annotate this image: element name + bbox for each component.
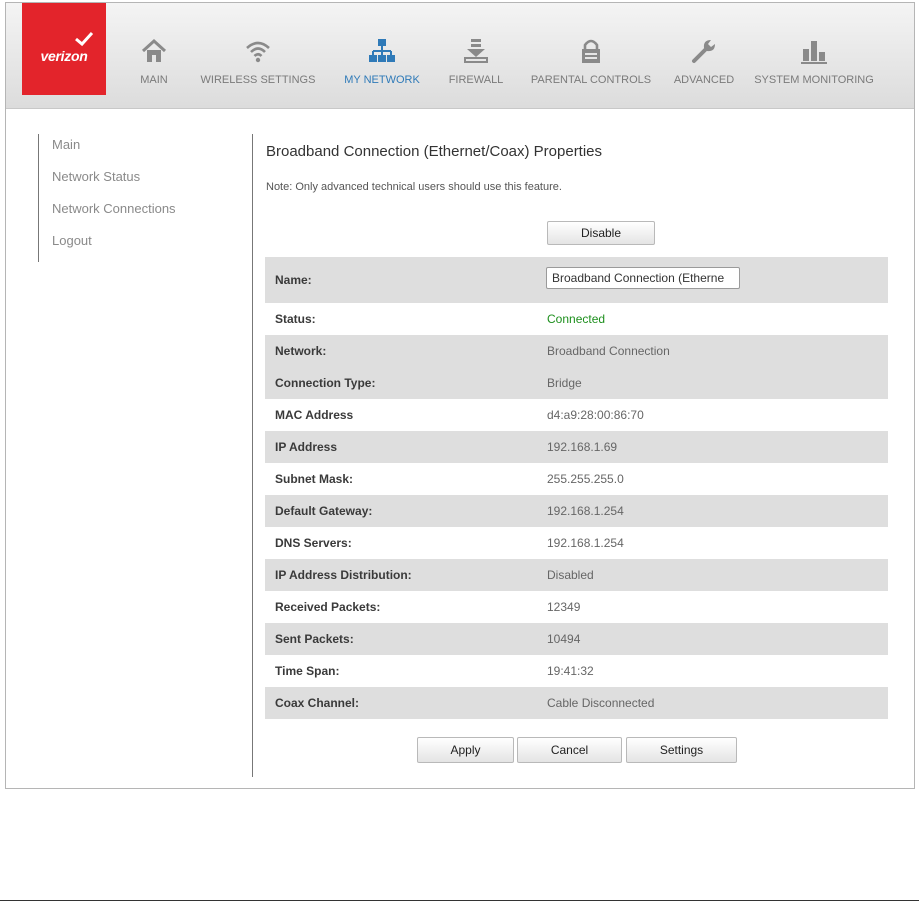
dns-servers-row: DNS Servers: 192.168.1.254	[265, 527, 888, 559]
logo-text: verizon	[40, 48, 88, 64]
nav-system-monitoring[interactable]: SYSTEM MONITORING	[754, 3, 874, 108]
received-packets-value: 12349	[547, 600, 581, 614]
dns-servers-value: 192.168.1.254	[547, 536, 624, 550]
network-row: Network: Broadband Connection	[265, 335, 888, 367]
nav-label: FIREWALL	[448, 74, 504, 86]
home-icon	[141, 38, 167, 62]
subnet-mask-label: Subnet Mask:	[275, 472, 354, 486]
time-span-value: 19:41:32	[547, 664, 594, 678]
nav-label: SYSTEM MONITORING	[754, 74, 874, 86]
coax-channel-value: Cable Disconnected	[547, 696, 655, 710]
ip-address-value: 192.168.1.69	[547, 440, 618, 454]
network-value: Broadband Connection	[547, 344, 670, 358]
settings-button[interactable]: Settings	[626, 737, 737, 763]
page-title: Broadband Connection (Ethernet/Coax) Pro…	[266, 143, 603, 160]
page-footer-rule	[0, 900, 919, 901]
subnet-mask-value: 255.255.255.0	[547, 472, 624, 486]
nav-parental-controls[interactable]: PARENTAL CONTROLS	[524, 3, 658, 108]
network-label: Network:	[275, 344, 327, 358]
wifi-icon	[246, 41, 270, 63]
top-navigation-bar: verizon MAIN WIRELESS SETTINGS MY NETWOR…	[6, 3, 914, 109]
connection-type-value: Bridge	[547, 376, 582, 390]
ip-distribution-row: IP Address Distribution: Disabled	[265, 559, 888, 591]
wrench-icon	[692, 40, 715, 63]
nav-firewall[interactable]: FIREWALL	[438, 3, 514, 108]
cancel-button[interactable]: Cancel	[517, 737, 622, 763]
nav-main[interactable]: MAIN	[114, 3, 194, 108]
warning-note: Note: Only advanced technical users shou…	[266, 181, 562, 193]
sidebar-item-main[interactable]: Main	[52, 137, 80, 152]
nav-wireless-settings[interactable]: WIRELESS SETTINGS	[198, 3, 318, 108]
sent-packets-row: Sent Packets: 10494	[265, 623, 888, 655]
nav-label: MY NETWORK	[344, 74, 420, 86]
mac-address-value: d4:a9:28:00:86:70	[547, 408, 644, 422]
ip-distribution-label: IP Address Distribution:	[275, 568, 412, 582]
network-icon	[369, 39, 395, 62]
nav-advanced[interactable]: ADVANCED	[666, 3, 742, 108]
mac-address-row: MAC Address d4:a9:28:00:86:70	[265, 399, 888, 431]
time-span-row: Time Span: 19:41:32	[265, 655, 888, 687]
status-row: Status: Connected	[265, 303, 888, 335]
status-label: Status:	[275, 312, 316, 326]
nav-label: WIRELESS SETTINGS	[200, 74, 316, 86]
name-row: Name:	[265, 257, 888, 303]
name-label: Name:	[275, 273, 312, 287]
bar-chart-icon	[801, 41, 827, 64]
received-packets-label: Received Packets:	[275, 600, 381, 614]
ip-address-row: IP Address 192.168.1.69	[265, 431, 888, 463]
verizon-logo[interactable]: verizon	[22, 3, 106, 95]
nav-my-network[interactable]: MY NETWORK	[334, 3, 430, 108]
default-gateway-row: Default Gateway: 192.168.1.254	[265, 495, 888, 527]
sent-packets-label: Sent Packets:	[275, 632, 354, 646]
sidebar-divider	[38, 134, 39, 262]
connection-type-label: Connection Type:	[275, 376, 376, 390]
ip-distribution-value: Disabled	[547, 568, 594, 582]
dns-servers-label: DNS Servers:	[275, 536, 352, 550]
router-admin-window: verizon MAIN WIRELESS SETTINGS MY NETWOR…	[5, 2, 915, 789]
received-packets-row: Received Packets: 12349	[265, 591, 888, 623]
coax-channel-row: Coax Channel: Cable Disconnected	[265, 687, 888, 719]
default-gateway-label: Default Gateway:	[275, 504, 373, 518]
status-value: Connected	[547, 312, 606, 326]
firewall-icon	[464, 39, 488, 63]
sidebar-item-network-status[interactable]: Network Status	[52, 169, 140, 184]
sidebar-item-network-connections[interactable]: Network Connections	[52, 201, 176, 216]
sent-packets-value: 10494	[547, 632, 581, 646]
ip-address-label: IP Address	[275, 440, 338, 454]
checkmark-icon	[75, 31, 94, 47]
coax-channel-label: Coax Channel:	[275, 696, 360, 710]
subnet-mask-row: Subnet Mask: 255.255.255.0	[265, 463, 888, 495]
name-field[interactable]	[546, 267, 740, 289]
nav-label: MAIN	[140, 74, 168, 86]
connection-type-row: Connection Type: Bridge	[265, 367, 888, 399]
apply-button[interactable]: Apply	[417, 737, 514, 763]
content-divider	[252, 134, 253, 777]
disable-button[interactable]: Disable	[547, 221, 655, 245]
time-span-label: Time Span:	[275, 664, 340, 678]
nav-label: ADVANCED	[673, 74, 735, 86]
sidebar-item-logout[interactable]: Logout	[52, 233, 92, 248]
mac-address-label: MAC Address	[275, 408, 354, 422]
default-gateway-value: 192.168.1.254	[547, 504, 624, 518]
nav-label: PARENTAL CONTROLS	[530, 74, 652, 86]
lock-icon	[582, 39, 600, 63]
